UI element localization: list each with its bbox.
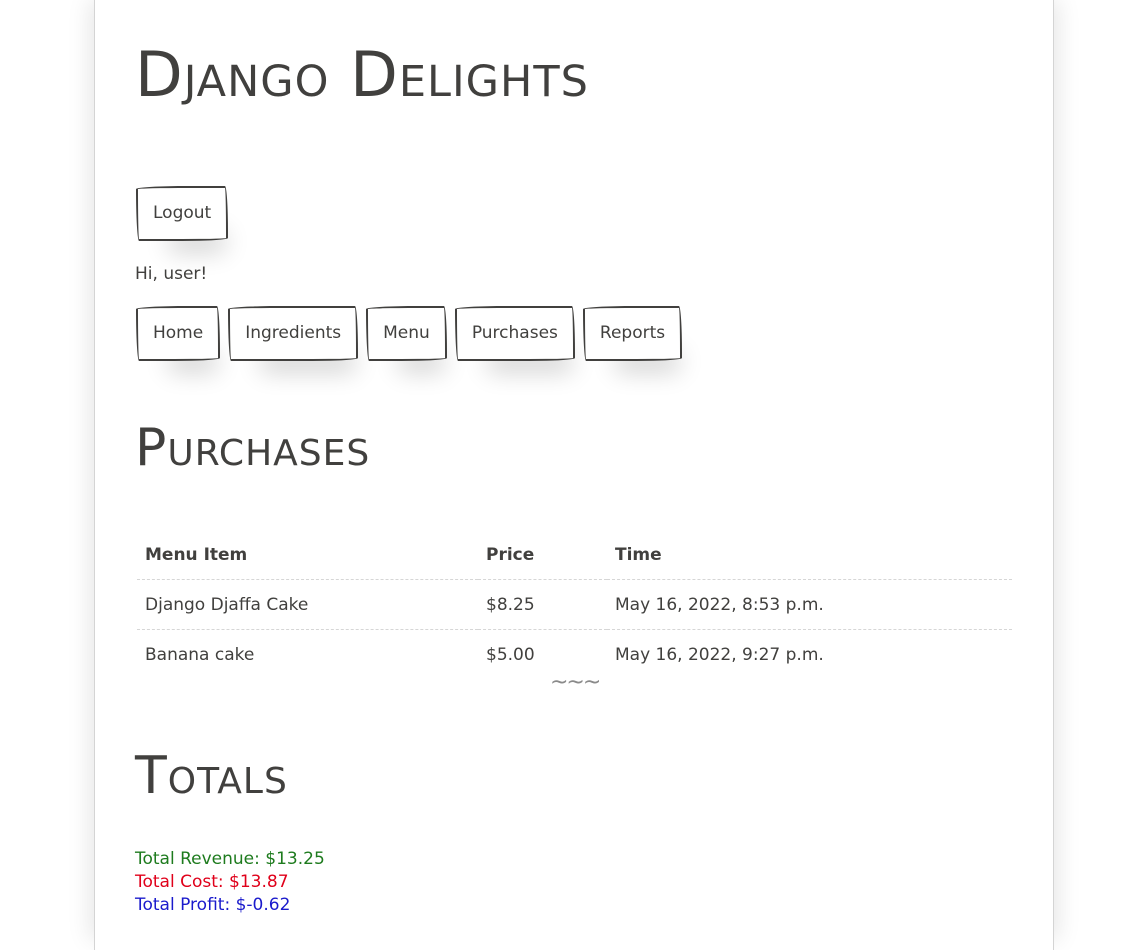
table-header-row: Menu Item Price Time xyxy=(137,530,1012,580)
cell-price: $8.25 xyxy=(478,579,607,630)
cell-menu-item: Banana cake xyxy=(137,629,478,679)
totals-summary: Total Revenue: $13.25 Total Cost: $13.87… xyxy=(135,848,325,917)
nav-reports-button[interactable]: Reports xyxy=(582,306,683,361)
greeting-text: Hi, user! xyxy=(135,264,208,284)
table-row: Django Djaffa Cake $8.25 May 16, 2022, 8… xyxy=(137,579,1012,630)
nav-purchases-button[interactable]: Purchases xyxy=(454,306,575,361)
cell-time: May 16, 2022, 8:53 p.m. xyxy=(607,579,1012,630)
column-header-price: Price xyxy=(486,544,535,565)
totals-heading: Totals xyxy=(135,746,288,806)
cell-menu-item: Django Djaffa Cake xyxy=(137,579,478,630)
column-header-menu-item: Menu Item xyxy=(145,544,248,565)
column-header-time: Time xyxy=(615,544,662,565)
total-revenue: Total Revenue: $13.25 xyxy=(135,849,325,869)
total-profit: Total Profit: $-0.62 xyxy=(135,895,291,915)
purchases-heading: Purchases xyxy=(135,418,371,478)
nav-menu-button[interactable]: Menu xyxy=(366,306,447,361)
page-container: Django Delights Logout Hi, user! Home In… xyxy=(94,0,1054,950)
total-cost: Total Cost: $13.87 xyxy=(135,872,289,892)
nav-ingredients-button[interactable]: Ingredients xyxy=(228,306,359,361)
cell-time: May 16, 2022, 9:27 p.m. xyxy=(607,629,1012,679)
logout-button[interactable]: Logout xyxy=(136,186,229,241)
section-divider: ~~~ xyxy=(550,670,601,695)
nav-home-button[interactable]: Home xyxy=(136,306,221,361)
main-nav: Home Ingredients Menu Purchases Reports xyxy=(136,306,683,361)
site-title: Django Delights xyxy=(135,38,589,111)
purchases-table: Menu Item Price Time Django Djaffa Cake … xyxy=(137,530,1012,679)
